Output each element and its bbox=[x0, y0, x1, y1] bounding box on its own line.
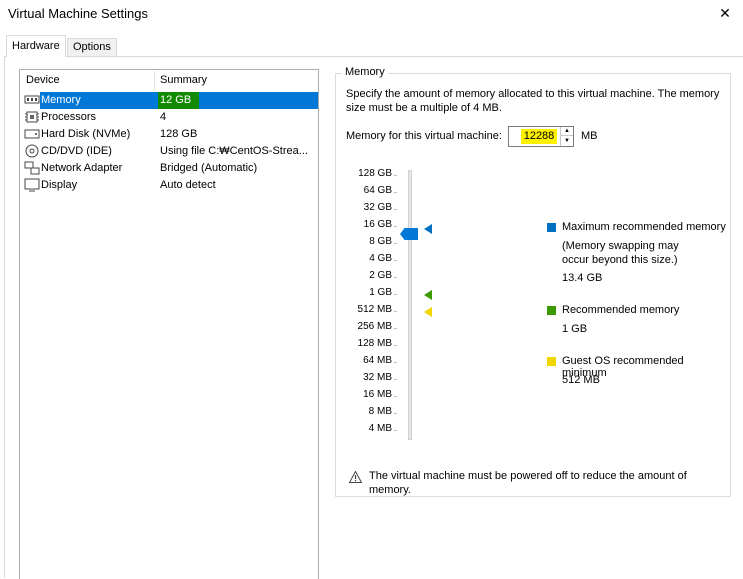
display-icon bbox=[24, 178, 40, 192]
scale-tick bbox=[394, 362, 397, 363]
scale-label: 16 MB bbox=[363, 389, 392, 400]
recommended-marker-icon bbox=[424, 290, 432, 300]
device-row-hard-disk[interactable]: Hard Disk (NVMe) 128 GB bbox=[20, 126, 318, 143]
device-row-processors[interactable]: Processors 4 bbox=[20, 109, 318, 126]
device-row-cd-dvd[interactable]: CD/DVD (IDE) Using file C:₩CentOS-Strea.… bbox=[20, 143, 318, 160]
scale-label: 4 MB bbox=[368, 423, 392, 434]
scale-tick bbox=[394, 328, 397, 329]
scale-tick bbox=[394, 243, 397, 244]
scale-tick bbox=[394, 294, 397, 295]
guest-minimum-marker-icon bbox=[424, 307, 432, 317]
memory-input[interactable]: 12288 bbox=[521, 129, 557, 144]
max-legend-swatch bbox=[547, 223, 556, 232]
device-name: Network Adapter bbox=[41, 162, 123, 174]
warning-text: The virtual machine must be powered off … bbox=[369, 470, 687, 496]
scale-label: 64 MB bbox=[363, 355, 392, 366]
scale-tick bbox=[394, 175, 397, 176]
max-legend-note: (Memory swapping may occur beyond this s… bbox=[562, 240, 679, 266]
device-name: Display bbox=[41, 179, 78, 191]
device-summary: 128 GB bbox=[160, 128, 198, 140]
memory-unit: MB bbox=[581, 130, 598, 142]
device-summary: 12 GB bbox=[160, 94, 192, 106]
scale-tick bbox=[394, 260, 397, 261]
scale-label: 8 MB bbox=[368, 406, 392, 417]
max-recommended-marker-icon bbox=[424, 224, 432, 234]
scale-tick bbox=[394, 345, 397, 346]
device-summary: Auto detect bbox=[160, 179, 216, 191]
scale-tick bbox=[394, 277, 397, 278]
network-adapter-icon bbox=[24, 161, 40, 175]
memory-scale: 128 GB 64 GB 32 GB 16 GB 8 GB 4 GB 2 GB … bbox=[336, 168, 406, 438]
scale-tick bbox=[394, 396, 397, 397]
scale-label: 4 GB bbox=[369, 253, 392, 264]
summary-column-header[interactable]: Summary bbox=[160, 74, 207, 86]
scale-tick bbox=[394, 192, 397, 193]
memory-group-label: Memory bbox=[342, 66, 388, 78]
device-name: Memory bbox=[41, 94, 81, 106]
tab-hardware[interactable]: Hardware bbox=[6, 35, 66, 57]
increment-icon[interactable]: ▲ bbox=[561, 127, 573, 136]
device-summary: Bridged (Automatic) bbox=[160, 162, 258, 174]
memory-group: Memory Specify the amount of memory allo… bbox=[335, 66, 731, 497]
warning-icon bbox=[349, 471, 362, 483]
device-summary: Using file C:₩CentOS-Strea... bbox=[160, 145, 308, 157]
scale-label: 128 GB bbox=[358, 168, 392, 179]
scale-tick bbox=[394, 379, 397, 380]
memory-description: Specify the amount of memory allocated t… bbox=[346, 88, 720, 114]
max-legend-title: Maximum recommended memory bbox=[562, 221, 726, 233]
scale-label: 128 MB bbox=[357, 338, 392, 349]
column-separator[interactable] bbox=[154, 71, 155, 91]
memory-spinbox[interactable]: 12288 ▲ ▼ bbox=[508, 126, 574, 147]
hardware-panel: Device Summary Memory 12 GB Processors 4 bbox=[4, 56, 743, 579]
scale-label: 512 MB bbox=[357, 304, 392, 315]
scale-label: 32 GB bbox=[363, 202, 392, 213]
scale-tick bbox=[394, 226, 397, 227]
device-list-header: Device Summary bbox=[20, 70, 318, 92]
device-name: CD/DVD (IDE) bbox=[41, 145, 112, 157]
max-legend-value: 13.4 GB bbox=[562, 272, 603, 284]
memory-field-label: Memory for this virtual machine: bbox=[346, 130, 502, 142]
scale-label: 64 GB bbox=[363, 185, 392, 196]
scale-tick bbox=[394, 413, 397, 414]
device-row-network-adapter[interactable]: Network Adapter Bridged (Automatic) bbox=[20, 160, 318, 177]
rec-legend-value: 1 GB bbox=[562, 323, 588, 335]
title-bar: Virtual Machine Settings ✕ bbox=[0, 0, 743, 30]
close-icon[interactable]: ✕ bbox=[715, 3, 735, 23]
guest-legend-swatch bbox=[547, 357, 556, 366]
device-name: Processors bbox=[41, 111, 97, 123]
scale-label: 2 GB bbox=[369, 270, 392, 281]
rec-legend-swatch bbox=[547, 306, 556, 315]
window-title: Virtual Machine Settings bbox=[8, 6, 148, 21]
scale-label: 8 GB bbox=[369, 236, 392, 247]
processor-icon bbox=[25, 111, 39, 123]
scale-tick bbox=[394, 311, 397, 312]
rec-legend-title: Recommended memory bbox=[562, 304, 680, 316]
scale-tick bbox=[394, 430, 397, 431]
scale-label: 16 GB bbox=[363, 219, 392, 230]
hard-disk-icon bbox=[24, 129, 40, 139]
tab-strip: Hardware Options bbox=[0, 30, 743, 57]
scale-label: 256 MB bbox=[357, 321, 392, 332]
scale-tick bbox=[394, 209, 397, 210]
device-row-memory[interactable]: Memory 12 GB bbox=[20, 92, 318, 109]
device-list[interactable]: Device Summary Memory 12 GB Processors 4 bbox=[19, 69, 319, 579]
scale-label: 32 MB bbox=[363, 372, 392, 383]
device-column-header[interactable]: Device bbox=[26, 74, 60, 86]
cd-dvd-icon bbox=[25, 144, 39, 158]
memory-icon bbox=[24, 95, 40, 104]
device-name: Hard Disk (NVMe) bbox=[41, 128, 131, 140]
tab-options[interactable]: Options bbox=[67, 38, 117, 56]
decrement-icon[interactable]: ▼ bbox=[561, 137, 573, 146]
device-summary: 4 bbox=[160, 111, 167, 123]
device-row-display[interactable]: Display Auto detect bbox=[20, 177, 318, 194]
guest-legend-value: 512 MB bbox=[562, 374, 600, 386]
scale-label: 1 GB bbox=[369, 287, 392, 298]
spinner-buttons: ▲ ▼ bbox=[560, 127, 573, 146]
memory-slider-track[interactable] bbox=[408, 170, 412, 440]
